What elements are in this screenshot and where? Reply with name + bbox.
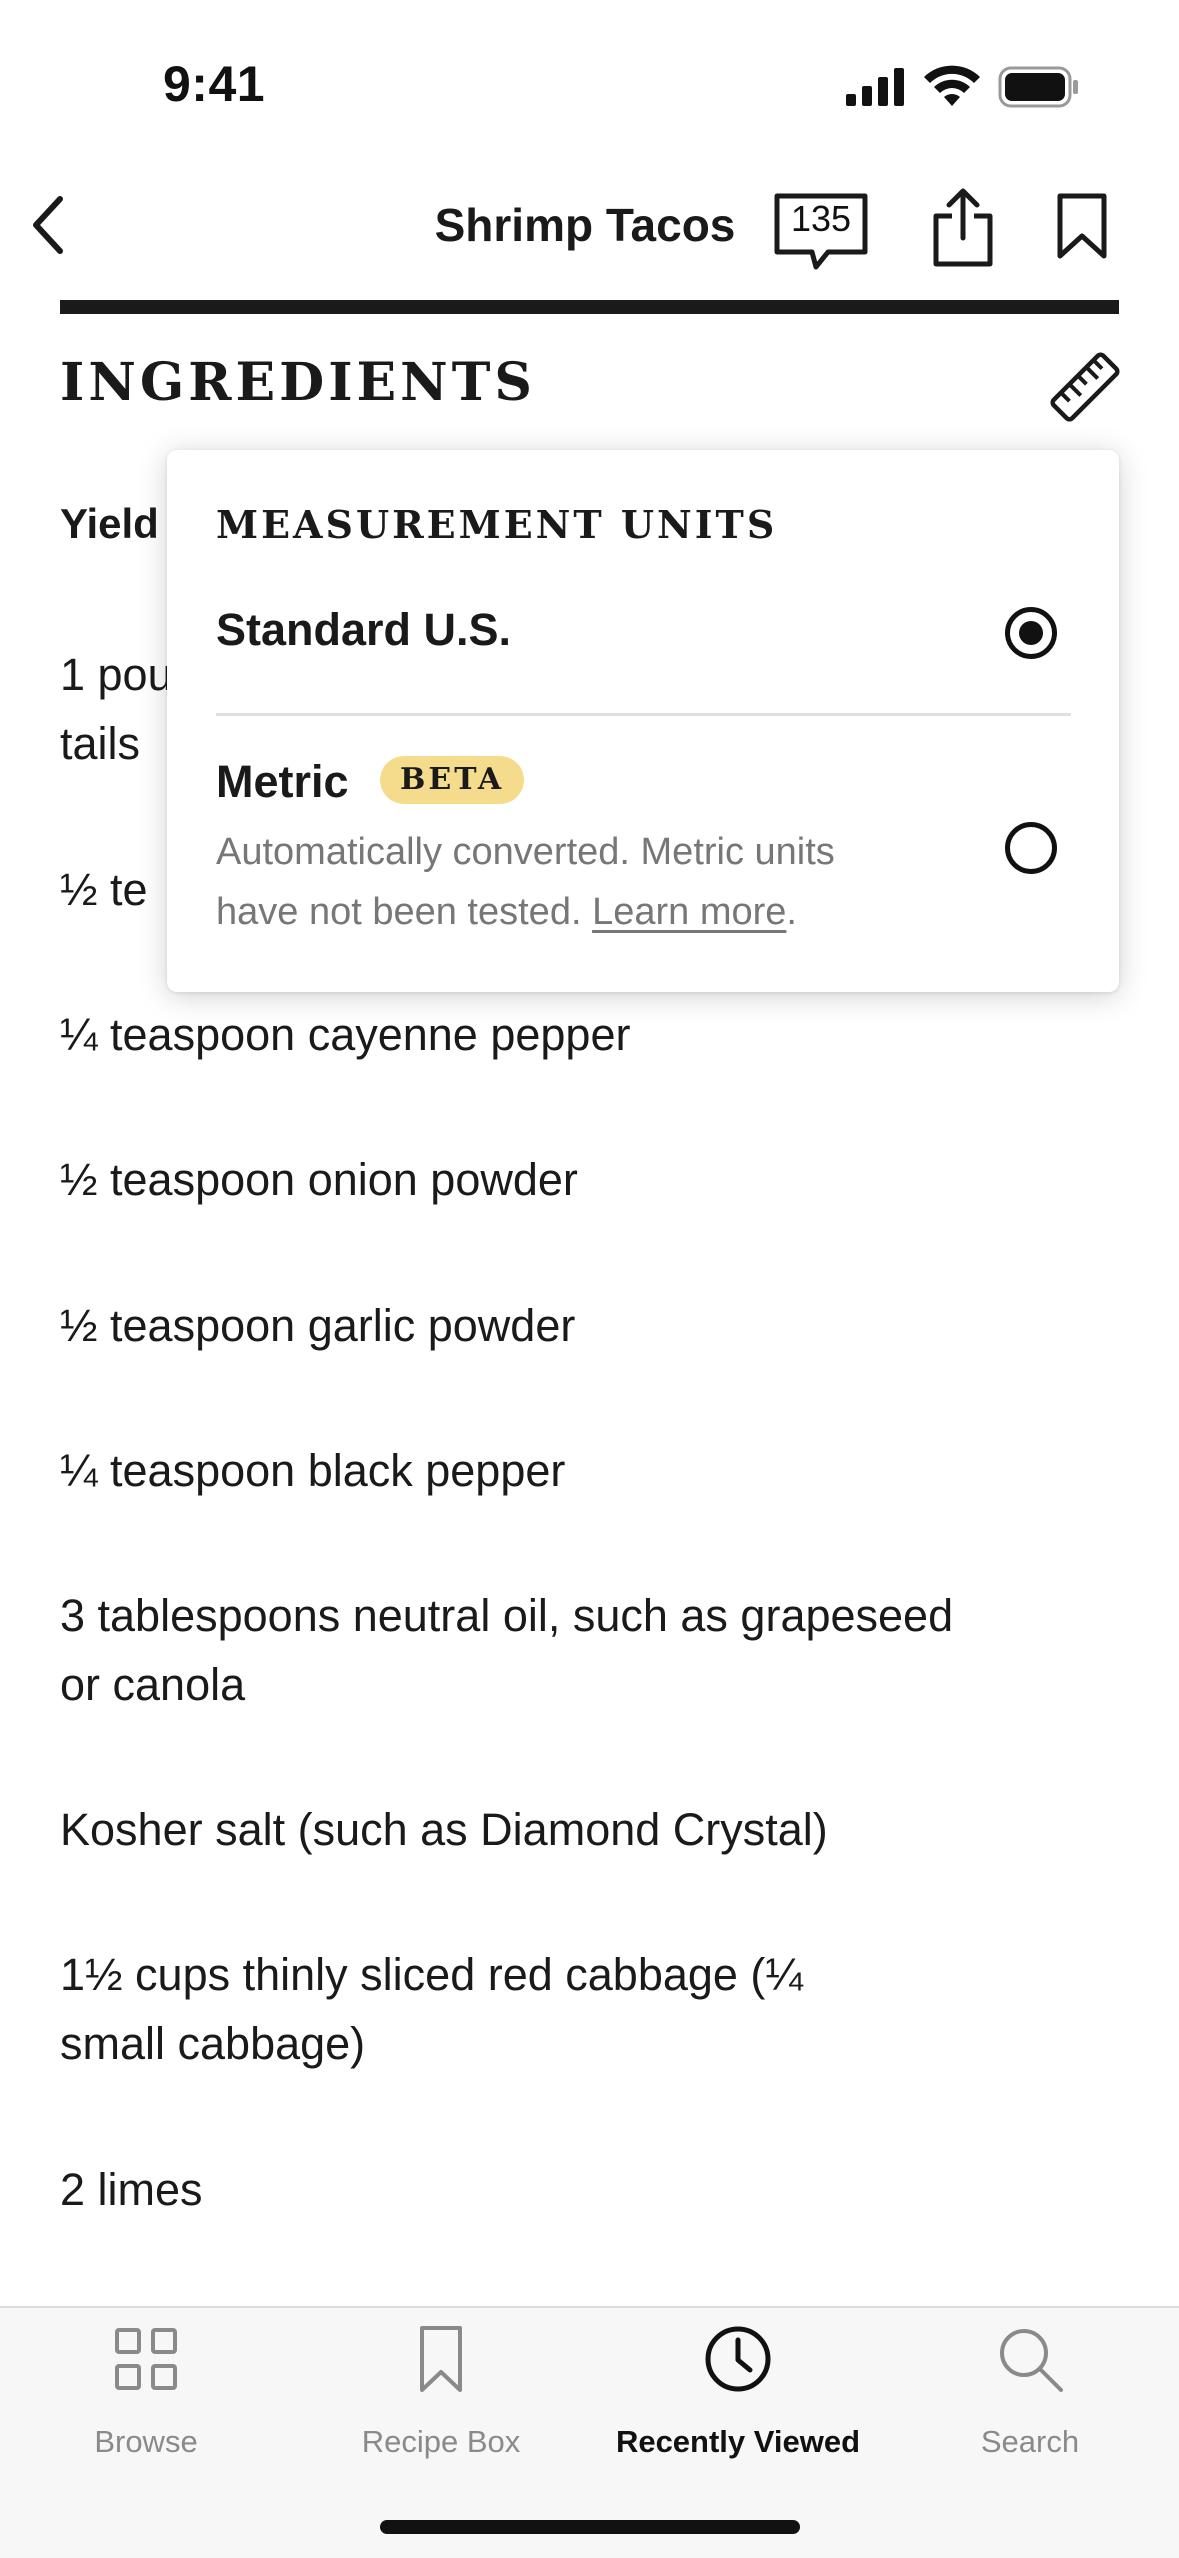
ingredient-item: 1½ cups thinly sliced red cabbage (¼ smal… xyxy=(60,1949,803,2069)
tab-search[interactable]: Search xyxy=(890,2308,1170,2508)
back-button[interactable] xyxy=(20,193,76,257)
share-icon[interactable] xyxy=(930,186,996,268)
beta-badge: BETA xyxy=(380,756,525,804)
yield-label: Yield xyxy=(60,500,159,547)
ingredient-item: ¼ teaspoon cayenne pepper xyxy=(60,1009,631,1060)
grid-icon xyxy=(115,2328,177,2390)
measurement-units-popover: MEASUREMENT UNITS Standard U.S. Metric B… xyxy=(167,450,1119,992)
header-rule xyxy=(60,300,1119,314)
tab-recently-viewed[interactable]: Recently Viewed xyxy=(598,2308,878,2508)
home-indicator xyxy=(380,2520,800,2534)
tab-label: Browse xyxy=(94,2424,198,2459)
metric-radio[interactable] xyxy=(1005,822,1057,874)
ingredient-item: ¼ teaspoon black pepper xyxy=(60,1445,566,1496)
ingredient-item: 3 tablespoons neutral oil, such as grape… xyxy=(60,1590,954,1710)
ingredient-item: ½ teaspoon garlic powder xyxy=(60,1300,576,1351)
standard-us-radio[interactable] xyxy=(1005,607,1057,659)
clock-icon xyxy=(705,2326,771,2392)
ingredients-heading: INGREDIENTS xyxy=(60,352,536,413)
bookmark-icon[interactable] xyxy=(1054,192,1110,260)
option-standard-us-label[interactable]: Standard U.S. xyxy=(216,604,511,656)
popover-heading: MEASUREMENT UNITS xyxy=(216,502,778,547)
search-icon xyxy=(1000,2329,1063,2392)
comments-count[interactable]: 135 xyxy=(772,198,870,240)
wifi-icon xyxy=(924,65,980,106)
back-chevron-icon xyxy=(33,196,63,254)
metric-description: Automatically converted. Metric units ha… xyxy=(216,831,835,933)
battery-icon xyxy=(998,66,1078,108)
cellular-signal-icon xyxy=(846,68,904,106)
learn-more-link[interactable]: Learn more xyxy=(592,891,786,933)
tab-label: Search xyxy=(980,2424,1080,2459)
ingredient-item: Kosher salt (such as Diamond Crystal) xyxy=(60,1804,828,1855)
tab-recipe-box[interactable]: Recipe Box xyxy=(301,2308,581,2508)
ruler-icon[interactable] xyxy=(1048,350,1122,424)
option-metric-label[interactable]: Metric xyxy=(216,756,349,808)
ingredient-item: ½ teaspoon onion powder xyxy=(60,1154,578,1205)
divider xyxy=(216,713,1071,716)
tab-label: Recently Viewed xyxy=(615,2424,861,2459)
bookmark-icon xyxy=(420,2326,462,2392)
page-title: Shrimp Tacos xyxy=(434,199,736,251)
tab-browse[interactable]: Browse xyxy=(6,2308,286,2508)
tab-label: Recipe Box xyxy=(361,2424,521,2459)
status-time: 9:41 xyxy=(163,56,266,112)
radio-selected-dot xyxy=(1019,621,1043,645)
ingredient-item: 2 limes xyxy=(60,2164,203,2215)
